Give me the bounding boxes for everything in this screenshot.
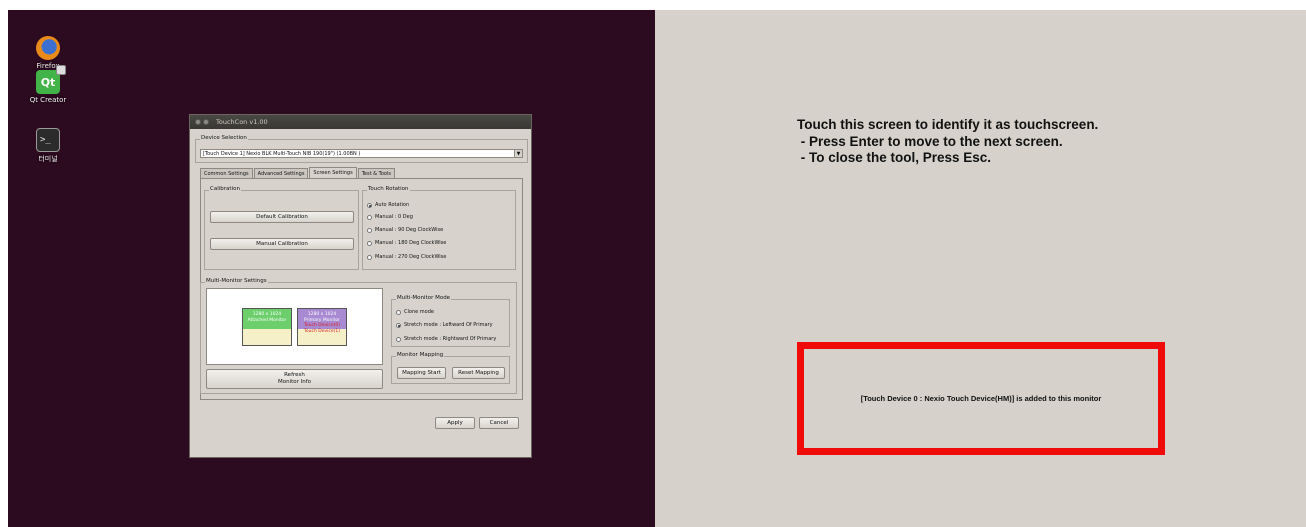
touch-identify-screen[interactable]: Touch this screen to identify it as touc…	[655, 10, 1306, 527]
instruction-line: Touch this screen to identify it as touc…	[797, 117, 1099, 132]
dialog-title: TouchCon v1.00	[216, 118, 268, 126]
desktop-icon-firefox[interactable]: Firefox	[18, 36, 78, 70]
tab-screen-settings[interactable]: Screen Settings	[309, 167, 357, 178]
multi-monitor-label: Multi-Monitor Settings	[205, 278, 268, 284]
touch-device-label: Touch Device(1)	[303, 328, 341, 334]
notice-box: [Touch Device 0 : Nexio Touch Device(HM)…	[797, 342, 1165, 455]
rotation-option-90[interactable]: Manual : 90 Deg ClockWise	[367, 227, 443, 233]
desktop-icon-terminal[interactable]: >_ 터미널	[18, 128, 78, 164]
tab-advanced-settings[interactable]: Advanced Settings	[253, 168, 309, 178]
rotation-option-270[interactable]: Manual : 270 Deg ClockWise	[367, 254, 446, 260]
touch-device-label: Touch Device(0)	[303, 323, 341, 328]
rotation-option-180[interactable]: Manual : 180 Deg ClockWise	[367, 240, 446, 246]
mode-option-clone[interactable]: Clone mode	[396, 309, 434, 315]
tab-test-tools[interactable]: Test & Tools	[357, 168, 395, 178]
radio-icon	[367, 254, 372, 260]
default-calibration-button[interactable]: Default Calibration	[210, 211, 354, 223]
tab-bar: Common Settings Advanced Settings Screen…	[200, 167, 396, 178]
device-select-value: [Touch Device 1] Nexio BLK Multi-Touch N…	[203, 150, 361, 157]
minimize-icon[interactable]	[203, 119, 209, 125]
instruction-line: - Press Enter to move to the next screen…	[797, 133, 1063, 149]
calibration-group: Calibration	[204, 186, 359, 270]
touch-rotation-label: Touch Rotation	[367, 186, 410, 192]
radio-icon	[367, 227, 372, 233]
manual-calibration-button[interactable]: Manual Calibration	[210, 238, 354, 250]
mode-option-stretch-left[interactable]: Stretch mode : Leftward Of Primary	[396, 322, 493, 328]
rotation-option-0[interactable]: Manual : 0 Deg	[367, 214, 413, 220]
close-icon[interactable]	[195, 119, 201, 125]
radio-selected-icon	[396, 322, 401, 328]
monitor-mapping-label: Monitor Mapping	[396, 352, 445, 358]
radio-selected-icon	[367, 202, 372, 208]
apply-button[interactable]: Apply	[435, 417, 475, 429]
calibration-label: Calibration	[209, 186, 241, 192]
instructions: Touch this screen to identify it as touc…	[797, 117, 1098, 167]
device-selection-label: Device Selection	[200, 135, 248, 141]
radio-icon	[396, 336, 401, 342]
radio-icon	[367, 214, 372, 220]
desktop-icon-label: Qt Creator	[29, 96, 67, 104]
instruction-line: - To close the tool, Press Esc.	[797, 150, 992, 165]
multi-monitor-mode-label: Multi-Monitor Mode	[396, 295, 452, 301]
refresh-monitor-info-button[interactable]: Refresh Monitor Info	[206, 369, 383, 389]
chevron-down-icon[interactable]: ▼	[514, 150, 522, 157]
touchcon-dialog: TouchCon v1.00 Device Selection [Touch D…	[189, 114, 532, 458]
rotation-option-auto[interactable]: Auto Rotation	[367, 202, 409, 208]
terminal-icon: >_	[36, 128, 60, 152]
firefox-icon	[36, 36, 60, 60]
mode-option-stretch-right[interactable]: Stretch mode : Rightward Of Primary	[396, 336, 496, 342]
desktop-icon-qt-creator[interactable]: Qt Qt Creator	[18, 65, 78, 104]
device-select[interactable]: [Touch Device 1] Nexio BLK Multi-Touch N…	[200, 149, 523, 158]
monitor-primary[interactable]: 1280 x 1024 Primary Monitor Touch Device…	[297, 308, 347, 346]
dialog-titlebar[interactable]: TouchCon v1.00	[190, 115, 531, 129]
monitor-attached[interactable]: 1280 x 1024 Attached Monitor	[242, 308, 292, 346]
mapping-start-button[interactable]: Mapping Start	[397, 367, 446, 379]
notice-text: [Touch Device 0 : Nexio Touch Device(HM)…	[860, 394, 1102, 403]
qt-creator-icon: Qt	[36, 65, 66, 94]
desktop-icon-label: 터미널	[38, 155, 58, 163]
radio-icon	[396, 309, 401, 315]
monitor-preview[interactable]: 1280 x 1024 Attached Monitor 1280 x 1024…	[206, 288, 383, 365]
cancel-button[interactable]: Cancel	[479, 417, 519, 429]
tab-common-settings[interactable]: Common Settings	[200, 168, 253, 178]
reset-mapping-button[interactable]: Reset Mapping	[452, 367, 505, 379]
radio-icon	[367, 240, 372, 246]
